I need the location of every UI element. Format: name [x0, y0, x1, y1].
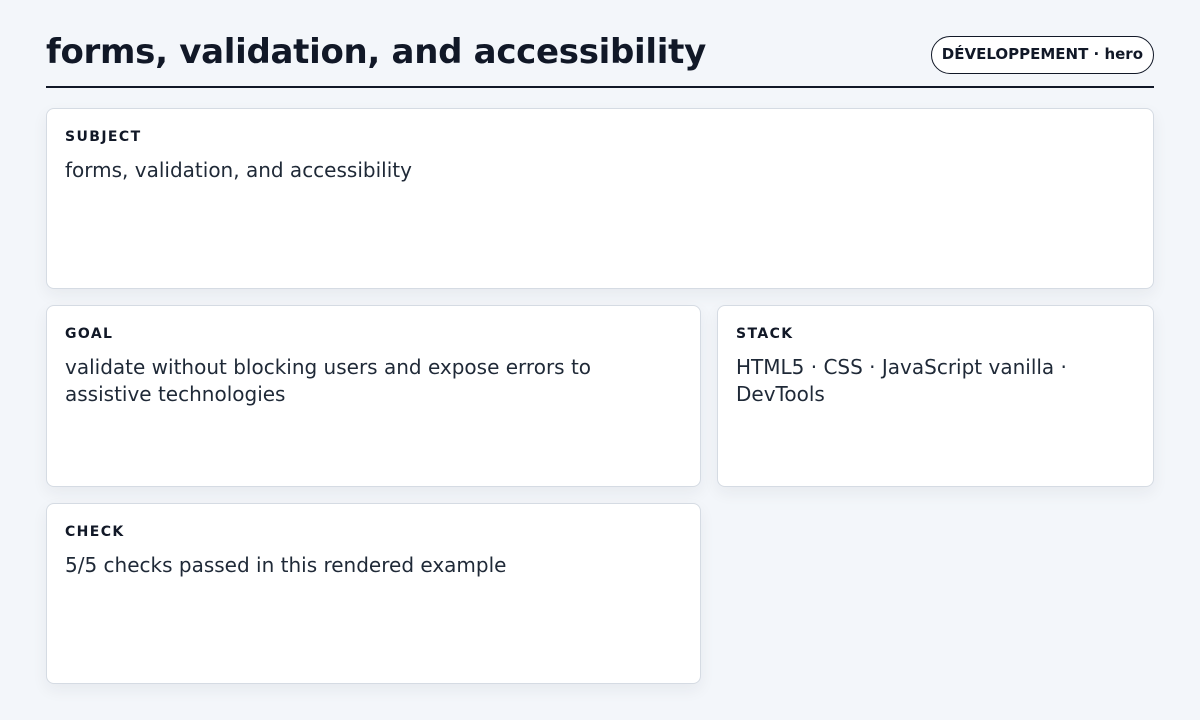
subject-value: forms, validation, and accessibility — [65, 158, 412, 182]
goal-card: GOAL validate without blocking users and… — [46, 305, 701, 487]
page: forms, validation, and accessibility DÉV… — [0, 0, 1200, 720]
stack-label: STACK — [736, 326, 794, 342]
page-title: forms, validation, and accessibility — [46, 32, 706, 72]
header: forms, validation, and accessibility DÉV… — [46, 30, 1154, 88]
stack-card: STACK HTML5 · CSS · JavaScript vanilla ·… — [717, 305, 1154, 487]
goal-value: validate without blocking users and expo… — [65, 355, 592, 406]
goal-label: GOAL — [65, 326, 114, 342]
check-label: CHECK — [65, 524, 125, 540]
stack-value: HTML5 · CSS · JavaScript vanilla · DevTo… — [736, 355, 1067, 406]
check-value: 5/5 checks passed in this rendered examp… — [65, 553, 507, 577]
subject-label: SUBJECT — [65, 129, 142, 145]
check-card: CHECK 5/5 checks passed in this rendered… — [46, 503, 701, 684]
subject-card: SUBJECT forms, validation, and accessibi… — [46, 108, 1154, 289]
category-badge: DÉVELOPPEMENT · hero — [930, 36, 1154, 74]
